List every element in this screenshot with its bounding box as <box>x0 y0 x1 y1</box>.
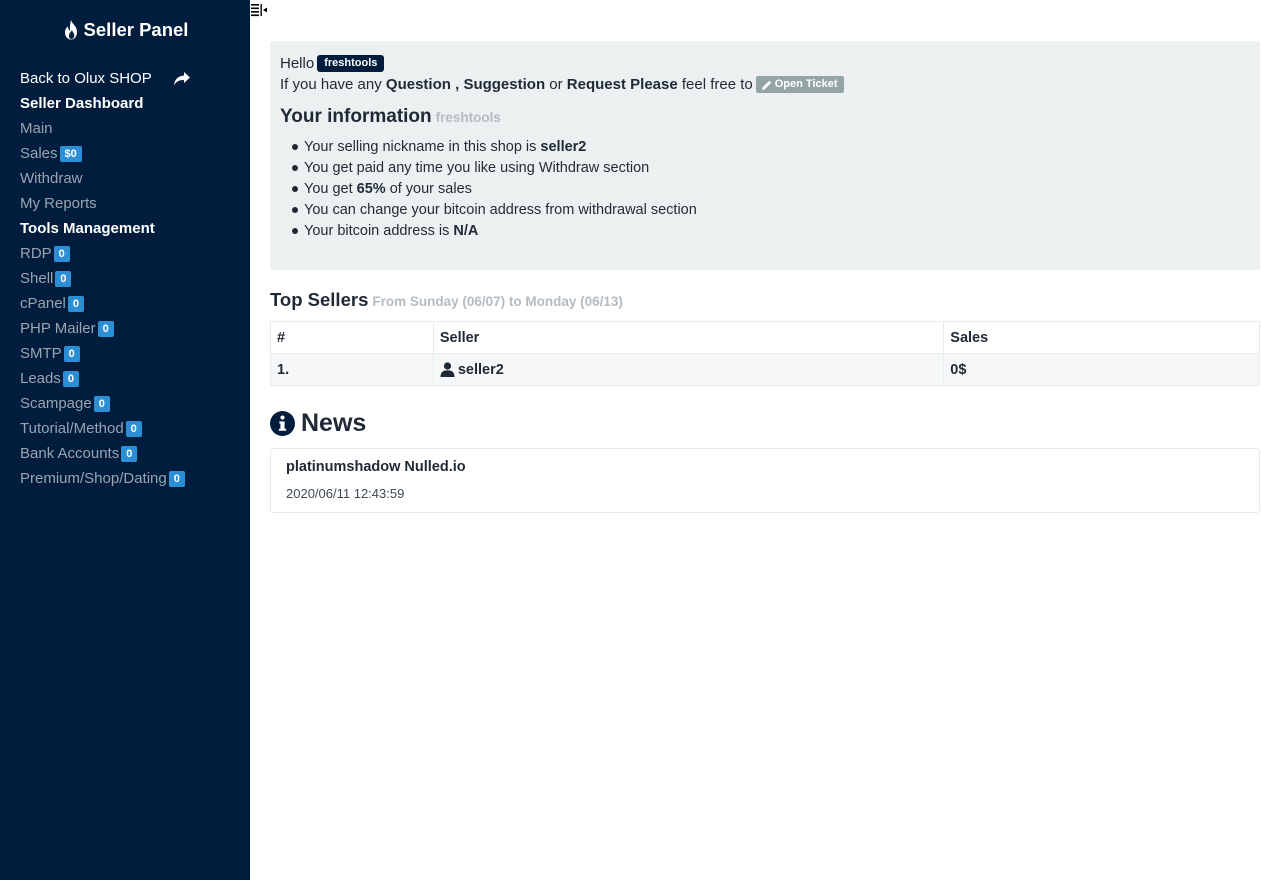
sidebar-toggle-icon[interactable] <box>251 3 267 17</box>
sidebar-item-label: Back to Olux SHOP <box>20 70 152 87</box>
sidebar-nav: Back to Olux SHOP Seller Dashboard Main … <box>20 66 242 491</box>
main-content: Hello freshtools If you have any Questio… <box>270 41 1260 513</box>
sidebar: Seller Panel Back to Olux SHOP Seller Da… <box>0 0 250 880</box>
count-badge: 0 <box>93 395 110 412</box>
sidebar-item-rdp[interactable]: RDP 0 <box>20 241 242 266</box>
column-header-seller: Seller <box>432 321 945 354</box>
sales-badge: $0 <box>59 145 82 162</box>
count-badge: 0 <box>55 270 72 287</box>
sidebar-item-back-to-shop[interactable]: Back to Olux SHOP <box>20 66 242 91</box>
sidebar-item-main[interactable]: Main <box>20 116 242 141</box>
top-sellers-title: Top Sellers From Sunday (06/07) to Monda… <box>270 289 623 310</box>
count-badge: 0 <box>97 320 114 337</box>
info-item-nickname: Your selling nickname in this shop is sel… <box>292 136 1250 157</box>
cell-sales: 0$ <box>943 353 1260 386</box>
welcome-panel: Hello freshtools If you have any Questio… <box>270 41 1260 270</box>
info-subtitle: freshtools <box>435 110 501 125</box>
column-header-rank: # <box>270 321 434 354</box>
top-sellers-range: From Sunday (06/07) to Monday (06/13) <box>372 294 623 309</box>
info-item-bitcoin-address: Your bitcoin address is N/A <box>292 220 1250 241</box>
sidebar-item-scampage[interactable]: Scampage 0 <box>20 391 242 416</box>
info-item-bitcoin-change: You can change your bitcoin address from… <box>292 199 1250 220</box>
brand[interactable]: Seller Panel <box>0 19 250 41</box>
sidebar-section-seller-dashboard: Seller Dashboard <box>20 95 144 112</box>
sidebar-item-bank-accounts[interactable]: Bank Accounts 0 <box>20 441 242 466</box>
hello-line: Hello freshtools <box>280 53 1250 74</box>
open-ticket-button[interactable]: Open Ticket <box>755 76 844 93</box>
count-badge: 0 <box>125 420 142 437</box>
sidebar-item-withdraw[interactable]: Withdraw <box>20 166 242 191</box>
cell-rank: 1. <box>270 353 434 386</box>
support-line: If you have any Question , Suggestion or… <box>280 74 1250 95</box>
share-arrow-icon <box>173 71 190 85</box>
count-badge: 0 <box>53 245 70 262</box>
table-row: 1. seller2 0$ <box>270 353 1260 386</box>
sidebar-item-shell[interactable]: Shell 0 <box>20 266 242 291</box>
news-date: 2020/06/11 12:43:59 <box>286 486 405 501</box>
info-list: Your selling nickname in this shop is sel… <box>280 136 1250 241</box>
brand-text: Seller Panel <box>83 19 189 40</box>
news-title: News <box>270 408 1260 438</box>
sidebar-item-leads[interactable]: Leads 0 <box>20 366 242 391</box>
count-badge: 0 <box>62 370 79 387</box>
info-title: Your information freshtools <box>280 106 501 127</box>
cell-seller: seller2 <box>432 353 945 386</box>
count-badge: 0 <box>168 470 185 487</box>
info-item-payment: You get paid any time you like using Wit… <box>292 157 1250 178</box>
column-header-sales: Sales <box>943 321 1260 354</box>
sidebar-item-sales[interactable]: Sales $0 <box>20 141 242 166</box>
sidebar-item-tutorial-method[interactable]: Tutorial/Method 0 <box>20 416 242 441</box>
sidebar-item-premium-shop-dating[interactable]: Premium/Shop/Dating 0 <box>20 466 242 491</box>
sidebar-item-php-mailer[interactable]: PHP Mailer 0 <box>20 316 242 341</box>
count-badge: 0 <box>67 295 84 312</box>
info-circle-icon <box>270 410 295 436</box>
top-sellers-table: # Seller Sales 1. seller2 0$ <box>270 321 1260 386</box>
sidebar-item-smtp[interactable]: SMTP 0 <box>20 341 242 366</box>
sidebar-item-my-reports[interactable]: My Reports <box>20 191 242 216</box>
count-badge: 0 <box>63 345 80 362</box>
sidebar-item-cpanel[interactable]: cPanel 0 <box>20 291 242 316</box>
username-label: freshtools <box>317 55 385 72</box>
pencil-icon <box>761 80 771 90</box>
fire-icon <box>64 20 77 40</box>
count-badge: 0 <box>121 445 138 462</box>
info-item-share: You get 65% of your sales <box>292 178 1250 199</box>
news-headline: platinumshadow Nulled.io <box>286 459 466 475</box>
user-icon <box>440 362 455 377</box>
sidebar-section-tools-management: Tools Management <box>20 220 155 237</box>
table-header-row: # Seller Sales <box>270 321 1260 354</box>
news-item[interactable]: platinumshadow Nulled.io 2020/06/11 12:4… <box>270 448 1260 513</box>
